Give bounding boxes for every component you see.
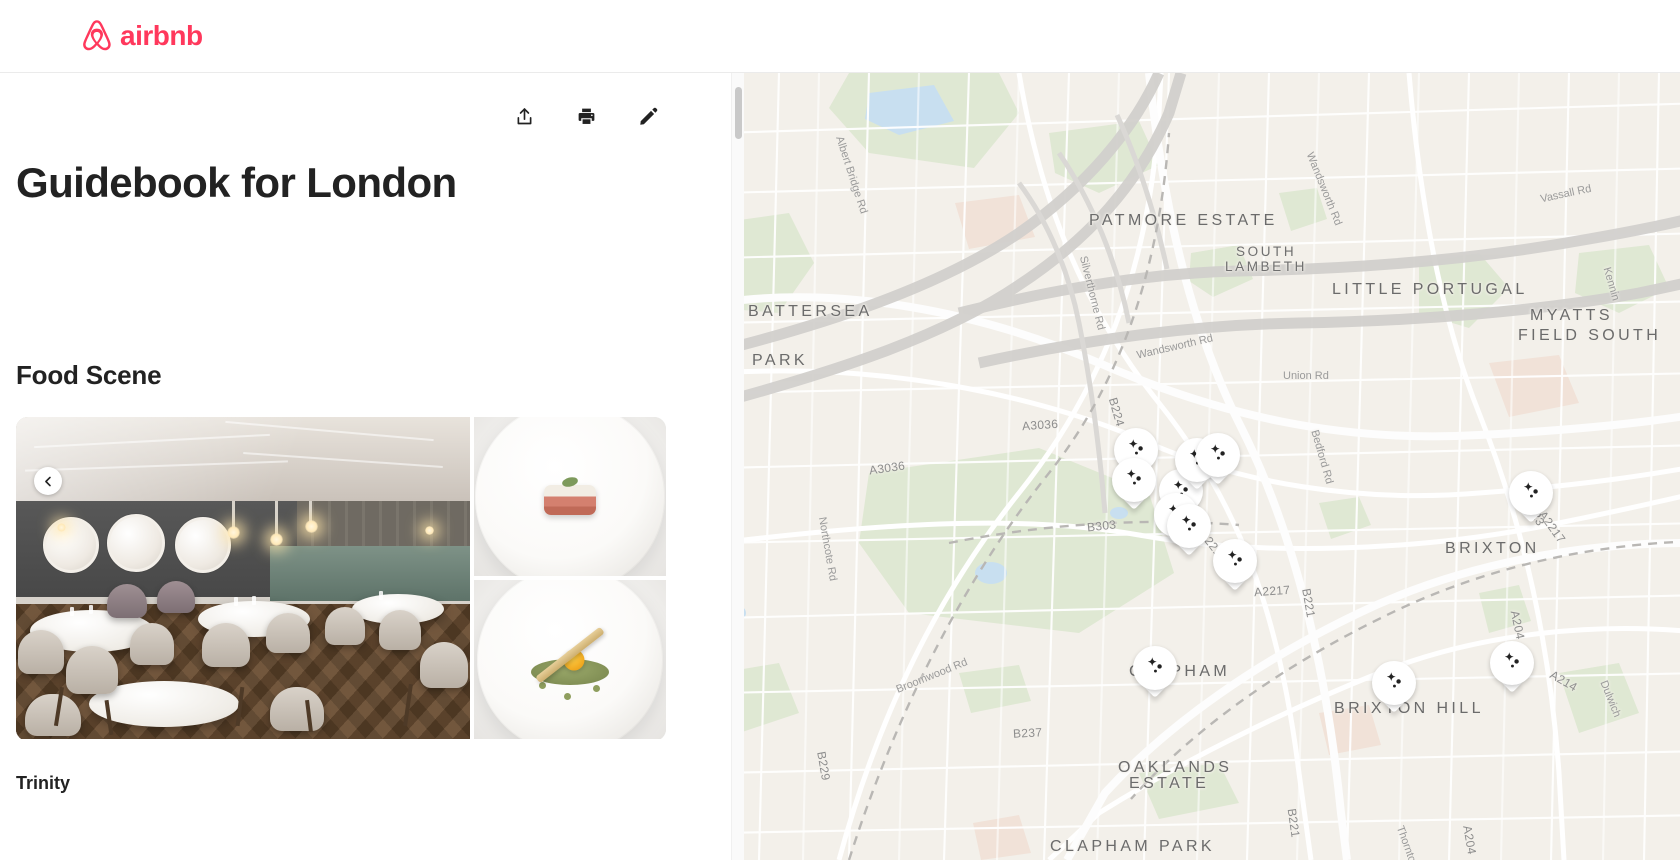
sparkle-icon	[1178, 513, 1200, 540]
gallery-photo-tartare[interactable]	[474, 417, 666, 576]
site-header: airbnb	[0, 0, 1680, 73]
sparkle-icon	[1501, 650, 1523, 677]
map-pin-11[interactable]	[1490, 641, 1534, 693]
gallery-prev-button[interactable]	[34, 467, 62, 495]
map-pin-2[interactable]	[1112, 458, 1156, 510]
airbnb-logo-link[interactable]: airbnb	[80, 18, 230, 55]
place-name-trinity: Trinity	[16, 773, 71, 793]
print-button[interactable]	[566, 96, 606, 136]
sparkle-icon	[1224, 548, 1246, 575]
gallery-photo-interior[interactable]	[16, 417, 470, 739]
guidebook-toolbar	[16, 73, 744, 137]
edit-button[interactable]	[628, 96, 668, 136]
pencil-edit-icon	[638, 106, 659, 127]
sparkle-icon	[1520, 480, 1542, 507]
content-split: Guidebook for London Food Scene Trinity …	[0, 73, 1680, 860]
sparkle-icon	[1123, 467, 1145, 494]
guidebook-page: airbnb Guidebook for London Food Scene T…	[0, 0, 1680, 860]
svg-text:airbnb: airbnb	[120, 20, 203, 51]
sparkle-icon	[1144, 655, 1166, 682]
map-pin-5[interactable]	[1196, 433, 1240, 485]
guidebook-scrollbar[interactable]	[731, 73, 744, 860]
chevron-left-icon	[43, 476, 54, 487]
guidebook-scroll-area: Guidebook for London Food Scene Trinity	[0, 73, 744, 860]
gallery-photo-yolk-dish[interactable]	[474, 580, 666, 739]
photo-gallery[interactable]	[16, 417, 666, 741]
map-pin-8[interactable]	[1213, 539, 1257, 591]
restaurant-interior-image	[16, 417, 470, 739]
map-pin-10[interactable]	[1372, 661, 1416, 713]
guidebook-panel: Guidebook for London Food Scene Trinity	[0, 73, 744, 860]
airbnb-wordmark: airbnb	[120, 19, 230, 53]
printer-icon	[576, 106, 597, 127]
sparkle-icon	[1207, 442, 1229, 469]
sparkle-icon	[1383, 670, 1405, 697]
map-pin-7[interactable]	[1167, 504, 1211, 556]
map-pin-12[interactable]	[1509, 471, 1553, 523]
page-title: Guidebook for London	[16, 159, 457, 206]
airbnb-belo-icon	[80, 18, 114, 55]
share-button[interactable]	[504, 96, 544, 136]
share-upload-icon	[514, 106, 535, 127]
section-heading-food-scene: Food Scene	[16, 360, 162, 390]
map-pin-9[interactable]	[1133, 646, 1177, 698]
map-panel[interactable]: PATMORE ESTATE SOUTH LAMBETH LITTLE PORT…	[744, 73, 1680, 860]
scrollbar-thumb[interactable]	[735, 87, 742, 139]
